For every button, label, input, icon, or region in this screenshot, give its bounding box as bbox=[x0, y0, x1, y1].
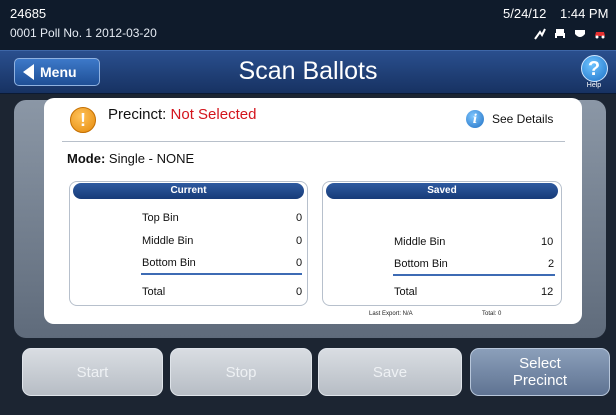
saved-bottom-bin-label: Bottom Bin bbox=[394, 258, 448, 270]
page-title: Scan Ballots bbox=[238, 57, 378, 85]
current-middle-bin-label: Middle Bin bbox=[142, 235, 194, 247]
current-top-bin-label: Top Bin bbox=[142, 212, 179, 224]
current-bottom-bin-label: Bottom Bin bbox=[142, 257, 196, 269]
saved-middle-bin-value: 10 bbox=[541, 236, 554, 248]
status-bar: 24685 0001 Poll No. 1 2012-03-20 5/24/12… bbox=[0, 0, 616, 50]
mode-line: Mode: Single - NONE bbox=[67, 151, 194, 166]
last-export-note: Last Export: N/A bbox=[369, 311, 413, 317]
signal-icon bbox=[534, 28, 546, 40]
poll-info: 0001 Poll No. 1 2012-03-20 bbox=[10, 26, 157, 40]
help-label: Help bbox=[586, 82, 602, 89]
select-precinct-button[interactable]: Select Precinct bbox=[470, 348, 610, 396]
saved-heading: Saved bbox=[326, 183, 558, 199]
shield-icon bbox=[575, 30, 585, 37]
export-total-note: Total: 0 bbox=[482, 311, 502, 317]
select-precinct-line2: Precinct bbox=[512, 372, 568, 389]
start-button[interactable]: Start bbox=[22, 348, 163, 396]
title-bar: Menu Scan Ballots ? Help bbox=[0, 50, 616, 94]
printer-icon bbox=[555, 29, 565, 39]
saved-total-label: Total bbox=[394, 286, 418, 298]
help-icon: ? bbox=[580, 55, 608, 82]
current-total-label: Total bbox=[142, 286, 166, 298]
warning-icon: ! bbox=[70, 107, 96, 133]
precinct-label: Precinct: bbox=[108, 106, 171, 123]
current-total-divider bbox=[141, 273, 302, 275]
status-icons bbox=[520, 28, 606, 42]
current-bottom-bin-value: 0 bbox=[296, 257, 303, 269]
precinct-status: Precinct: Not Selected bbox=[108, 106, 256, 123]
stop-button[interactable]: Stop bbox=[170, 348, 312, 396]
machine-id: 24685 bbox=[10, 6, 47, 21]
help-button[interactable]: ? Help bbox=[579, 55, 609, 91]
select-precinct-line1: Select bbox=[519, 355, 561, 372]
current-top-bin-value: 0 bbox=[296, 212, 303, 224]
precinct-value: Not Selected bbox=[170, 106, 257, 123]
current-middle-bin-value: 0 bbox=[296, 235, 303, 247]
mode-label: Mode: bbox=[67, 151, 106, 166]
info-icon: i bbox=[466, 110, 484, 128]
see-details-button[interactable]: i See Details bbox=[466, 110, 553, 128]
saved-middle-bin-label: Middle Bin bbox=[394, 236, 446, 248]
car-icon bbox=[595, 32, 605, 39]
status-time: 1:44 PM bbox=[560, 6, 609, 21]
divider bbox=[62, 141, 565, 142]
saved-total-divider bbox=[393, 274, 555, 276]
current-heading: Current bbox=[73, 183, 304, 199]
mode-value: Single - NONE bbox=[105, 151, 195, 166]
saved-total-value: 12 bbox=[541, 286, 554, 298]
current-total-value: 0 bbox=[296, 286, 303, 298]
see-details-label: See Details bbox=[492, 112, 554, 126]
saved-bottom-bin-value: 2 bbox=[548, 258, 555, 270]
status-date: 5/24/12 bbox=[503, 6, 547, 21]
save-button[interactable]: Save bbox=[318, 348, 462, 396]
